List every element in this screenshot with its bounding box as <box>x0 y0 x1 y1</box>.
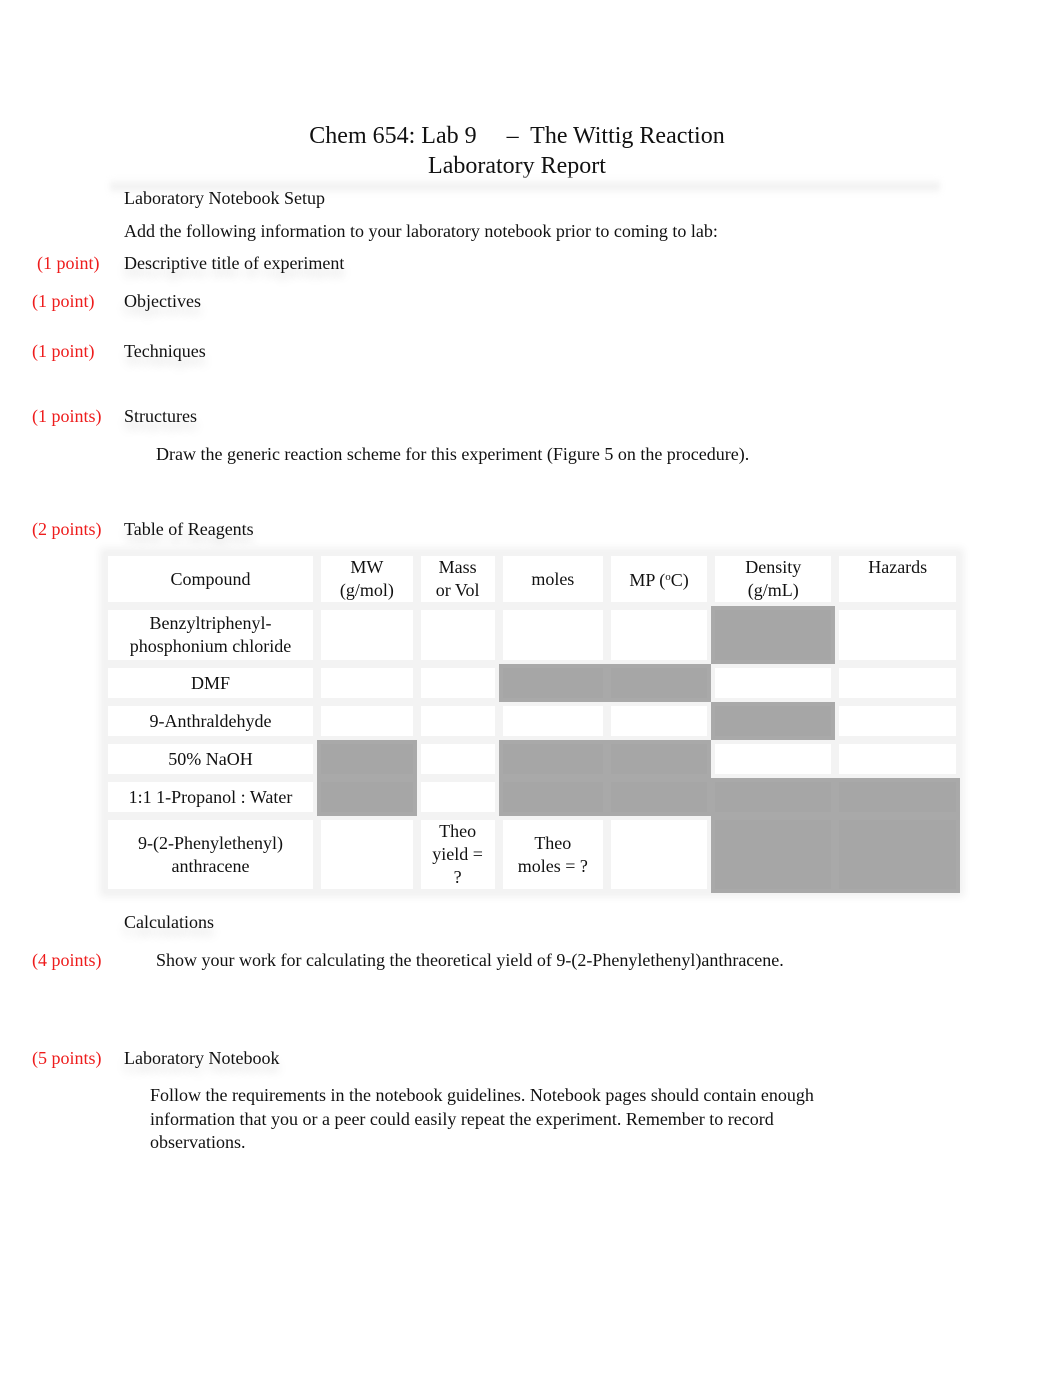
cell-mp <box>607 740 712 778</box>
calculations-instruction: Show your work for calculating the theor… <box>156 950 784 970</box>
cell-mw[interactable] <box>317 606 417 664</box>
cell-moles <box>498 664 608 702</box>
notebook-instructions: Follow the requirements in the notebook … <box>150 1085 814 1152</box>
cell-mass[interactable] <box>416 664 499 702</box>
cell-mw[interactable] <box>317 702 417 740</box>
points-table-of-reagents: (2 points) <box>32 519 102 539</box>
item-structures: Structures <box>124 406 197 426</box>
header-mw: MW (g/mol) <box>317 552 417 606</box>
cell-mw <box>317 778 417 816</box>
cell-mass[interactable] <box>416 778 499 816</box>
cell-moles[interactable] <box>498 702 608 740</box>
cell-mw <box>317 740 417 778</box>
cell-compound: DMF <box>104 664 317 702</box>
cell-mass[interactable] <box>416 702 499 740</box>
setup-instruction: Add the following information to your la… <box>124 221 718 241</box>
cell-hazards <box>835 816 960 893</box>
title-course: Chem 654: Lab 9 <box>309 123 477 149</box>
table-row: 1:1 1-Propanol : Water <box>104 778 960 816</box>
document-subtitle: Laboratory Report <box>428 153 606 179</box>
cell-moles-theo-moles[interactable]: Theo moles = ? <box>498 816 608 893</box>
table-header-row: Compound MW (g/mol) Mass or Vol moles MP (… <box>104 552 960 606</box>
cell-mp <box>607 778 712 816</box>
points-objectives: (1 point) <box>32 291 95 311</box>
section-heading-setup: Laboratory Notebook Setup <box>124 188 325 208</box>
cell-density <box>711 816 836 893</box>
item-table-of-reagents: Table of Reagents <box>124 519 254 539</box>
header-density: Density (g/mL) <box>711 552 836 606</box>
cell-compound: 1:1 1-Propanol : Water <box>104 778 317 816</box>
cell-mp <box>607 664 712 702</box>
cell-hazards <box>835 778 960 816</box>
title-dash: – <box>506 123 519 149</box>
reagents-table: Compound MW (g/mol) Mass or Vol moles MP (… <box>104 552 960 893</box>
cell-hazards[interactable] <box>835 740 960 778</box>
table-row: 9-Anthraldehyde <box>104 702 960 740</box>
cell-mw[interactable] <box>317 664 417 702</box>
cell-compound: 50% NaOH <box>104 740 317 778</box>
table-row: DMF <box>104 664 960 702</box>
cell-hazards[interactable] <box>835 702 960 740</box>
points-calculations: (4 points) <box>32 950 102 970</box>
cell-density <box>711 778 836 816</box>
cell-mp[interactable] <box>607 606 712 664</box>
cell-density <box>711 702 836 740</box>
section-heading-notebook: Laboratory Notebook <box>124 1048 280 1068</box>
structures-note: Draw the generic reaction scheme for thi… <box>156 444 750 464</box>
cell-mass-theo-yield[interactable]: Theo yield =? <box>416 816 499 893</box>
cell-hazards[interactable] <box>835 606 960 664</box>
cell-mw[interactable] <box>317 816 417 893</box>
header-mass-or-vol: Mass or Vol <box>416 552 499 606</box>
cell-mass[interactable] <box>416 606 499 664</box>
item-techniques: Techniques <box>124 341 206 361</box>
title-topic: The Wittig Reaction <box>530 123 725 149</box>
cell-hazards[interactable] <box>835 664 960 702</box>
cell-moles <box>498 778 608 816</box>
header-hazards: Hazards <box>835 552 960 606</box>
document-title: Chem 654: Lab 9 – The Wittig Reaction <box>0 123 1034 150</box>
header-moles: moles <box>498 552 608 606</box>
item-descriptive-title: Descriptive title of experiment <box>124 253 345 273</box>
cell-mp[interactable] <box>607 702 712 740</box>
points-techniques: (1 point) <box>32 341 95 361</box>
points-notebook: (5 points) <box>32 1048 102 1068</box>
cell-moles[interactable] <box>498 606 608 664</box>
points-structures: (1 points) <box>32 406 102 426</box>
cell-density[interactable] <box>711 664 836 702</box>
points-title: (1 point) <box>37 253 100 273</box>
table-row: 50% NaOH <box>104 740 960 778</box>
header-mp: MP (oC) <box>607 552 712 606</box>
cell-moles <box>498 740 608 778</box>
table-row: 9-(2-Phenylethenyl) anthracene Theo yield … <box>104 816 960 893</box>
cell-compound: Benzyltriphenyl-phosphonium chloride <box>104 606 317 664</box>
cell-mp[interactable] <box>607 816 712 893</box>
section-heading-calculations: Calculations <box>124 912 214 932</box>
item-objectives: Objectives <box>124 291 201 311</box>
table-row: Benzyltriphenyl-phosphonium chloride <box>104 606 960 664</box>
cell-density[interactable] <box>711 740 836 778</box>
cell-compound: 9-(2-Phenylethenyl) anthracene <box>104 816 317 893</box>
cell-density <box>711 606 836 664</box>
cell-compound: 9-Anthraldehyde <box>104 702 317 740</box>
header-compound: Compound <box>104 552 317 606</box>
cell-mass[interactable] <box>416 740 499 778</box>
